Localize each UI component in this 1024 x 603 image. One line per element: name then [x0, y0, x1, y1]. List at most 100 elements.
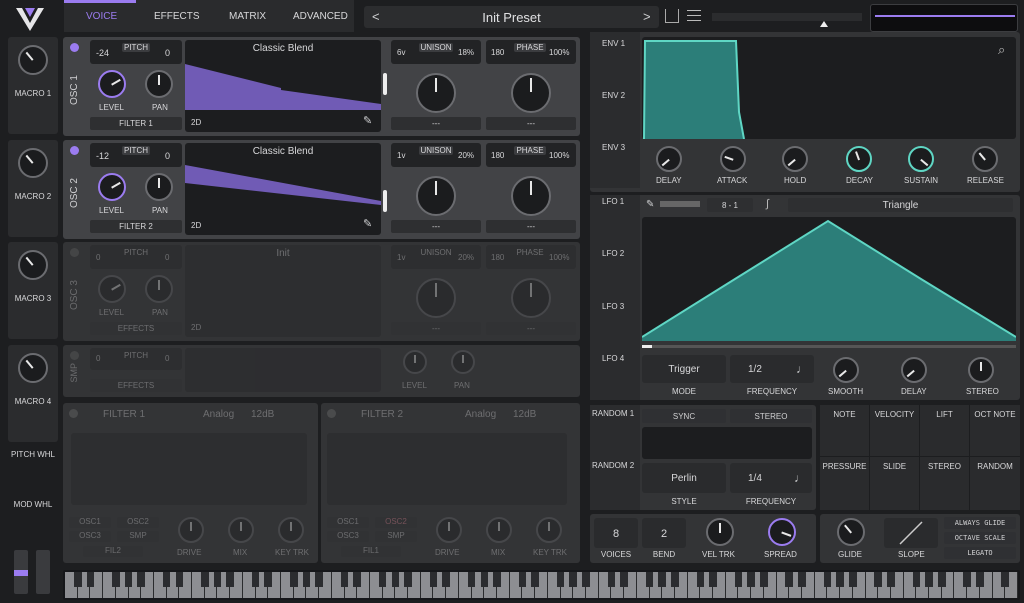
osc-2-toggle[interactable] — [70, 146, 79, 155]
macro-3-knob[interactable] — [18, 250, 48, 280]
piano-black-key[interactable] — [480, 572, 489, 587]
osc-1-frame-slider[interactable] — [383, 73, 387, 95]
osc-1-unison[interactable]: 6v UNISON 18% — [391, 40, 481, 64]
piano-black-key[interactable] — [112, 572, 120, 587]
bend-select[interactable]: 2 — [642, 518, 686, 548]
piano-black-key[interactable] — [340, 572, 349, 587]
envelope-graph[interactable]: ⌕ — [642, 37, 1016, 139]
piano-black-key[interactable] — [404, 572, 412, 587]
random-stereo-button[interactable]: STEREO — [730, 409, 812, 423]
mod-random[interactable]: RANDOM — [970, 457, 1020, 510]
env-decay-knob[interactable] — [846, 146, 872, 172]
osc-1-unison-knob[interactable] — [416, 73, 456, 113]
voices-select[interactable]: 8 — [594, 518, 638, 548]
piano-black-key[interactable] — [251, 572, 260, 587]
piano-black-key[interactable] — [785, 572, 794, 587]
osc-1-pan-knob[interactable] — [145, 70, 173, 98]
piano-black-key[interactable] — [671, 572, 679, 587]
osc-1-phase-knob[interactable] — [511, 73, 551, 113]
piano-black-key[interactable] — [760, 572, 768, 587]
save-icon[interactable] — [665, 9, 679, 23]
always-glide-button[interactable]: ALWAYS GLIDE — [944, 517, 1016, 529]
piano-black-key[interactable] — [391, 572, 400, 587]
piano-black-key[interactable] — [162, 572, 171, 587]
osc-1-edit-icon[interactable]: ✎ — [363, 114, 372, 127]
piano-black-key[interactable] — [963, 572, 971, 587]
osc-1-pitch-octave[interactable]: -24 — [96, 48, 109, 58]
osc-2-phase[interactable]: 180 PHASE 100% — [486, 143, 576, 167]
piano-black-key[interactable] — [124, 572, 133, 587]
tab-env-3[interactable]: ENV 3 — [602, 143, 625, 152]
piano-black-key[interactable] — [849, 572, 857, 587]
tab-lfo-4[interactable]: LFO 4 — [602, 354, 624, 363]
piano-black-key[interactable] — [353, 572, 362, 587]
piano-black-key[interactable] — [607, 572, 616, 587]
lfo-mode-select[interactable]: Trigger — [642, 355, 726, 383]
piano-black-key[interactable] — [734, 572, 743, 587]
piano-black-key[interactable] — [1001, 572, 1010, 587]
sample-toggle[interactable] — [70, 351, 79, 360]
piano-black-key[interactable] — [73, 572, 82, 587]
piano-black-key[interactable] — [658, 572, 666, 587]
osc-2-phase-knob[interactable] — [511, 176, 551, 216]
osc-2-pitch[interactable]: -12 PITCH 0 — [90, 143, 182, 167]
env-release-knob[interactable] — [972, 146, 998, 172]
menu-icon[interactable] — [687, 10, 701, 22]
osc-3-pan-knob[interactable] — [145, 275, 173, 303]
tab-matrix[interactable]: MATRIX — [229, 11, 266, 22]
piano-black-key[interactable] — [696, 572, 705, 587]
sample-pan-knob[interactable] — [451, 350, 475, 374]
osc-3-toggle[interactable] — [70, 248, 79, 257]
osc-2-destination[interactable]: FILTER 2 — [90, 220, 182, 233]
lfo-grid-size[interactable]: 8 - 1 — [707, 198, 753, 212]
vel-trk-knob[interactable] — [706, 518, 734, 546]
piano-black-key[interactable] — [315, 572, 323, 587]
piano-black-key[interactable] — [620, 572, 628, 587]
tab-voice[interactable]: VOICE — [86, 11, 117, 22]
osc-3-level-knob[interactable] — [98, 275, 126, 303]
spread-knob[interactable] — [768, 518, 796, 546]
tab-effects[interactable]: EFFECTS — [154, 11, 200, 22]
piano-black-key[interactable] — [213, 572, 222, 587]
piano-black-key[interactable] — [289, 572, 298, 587]
mod-velocity[interactable]: VELOCITY — [870, 405, 919, 456]
volume-handle-icon[interactable] — [820, 21, 828, 27]
osc-2-wavetable[interactable]: Classic Blend 2D ✎ — [185, 143, 381, 235]
piano-black-key[interactable] — [912, 572, 921, 587]
piano-black-key[interactable] — [709, 572, 717, 587]
legato-button[interactable]: LEGATO — [944, 547, 1016, 559]
osc-1-phase[interactable]: 180 PHASE 100% — [486, 40, 576, 64]
env-sustain-knob[interactable] — [908, 146, 934, 172]
tab-lfo-3[interactable]: LFO 3 — [602, 302, 624, 311]
tab-random-1[interactable]: RANDOM 1 — [592, 409, 634, 418]
piano-black-key[interactable] — [226, 572, 234, 587]
piano-black-key[interactable] — [823, 572, 832, 587]
mod-stereo[interactable]: STEREO — [920, 457, 969, 510]
osc-2-unison-knob[interactable] — [416, 176, 456, 216]
note-icon[interactable]: ♩ — [794, 471, 806, 485]
tab-env-2[interactable]: ENV 2 — [602, 91, 625, 100]
piano-black-key[interactable] — [531, 572, 539, 587]
filter-2-toggle[interactable] — [327, 409, 336, 418]
random-sync-button[interactable]: SYNC — [642, 409, 726, 423]
lfo-frequency-select[interactable]: 1/2 ♩ — [730, 355, 814, 383]
filter-1-toggle[interactable] — [69, 409, 78, 418]
macro-3-label[interactable]: MACRO 3 — [8, 294, 58, 303]
piano-black-key[interactable] — [747, 572, 755, 587]
macro-1-knob[interactable] — [18, 45, 48, 75]
macro-2-label[interactable]: MACRO 2 — [8, 192, 58, 201]
env-hold-knob[interactable] — [782, 146, 808, 172]
osc-1-wavetable-name[interactable]: Classic Blend — [185, 43, 381, 54]
osc-3-destination[interactable]: EFFECTS — [90, 322, 182, 335]
piano-black-key[interactable] — [518, 572, 527, 587]
osc-1-pitch[interactable]: -24 PITCH 0 — [90, 40, 182, 64]
lfo-brush-slider[interactable] — [660, 201, 700, 207]
piano-black-key[interactable] — [645, 572, 654, 587]
random-style-select[interactable]: Perlin — [642, 463, 726, 493]
osc-2-dimension[interactable]: 2D — [191, 221, 201, 230]
piano-black-key[interactable] — [467, 572, 476, 587]
tab-env-1[interactable]: ENV 1 — [602, 39, 625, 48]
osc-1-toggle[interactable] — [70, 43, 79, 52]
osc-2-wavetable-name[interactable]: Classic Blend — [185, 146, 381, 157]
osc-2-frame-slider[interactable] — [383, 190, 387, 212]
